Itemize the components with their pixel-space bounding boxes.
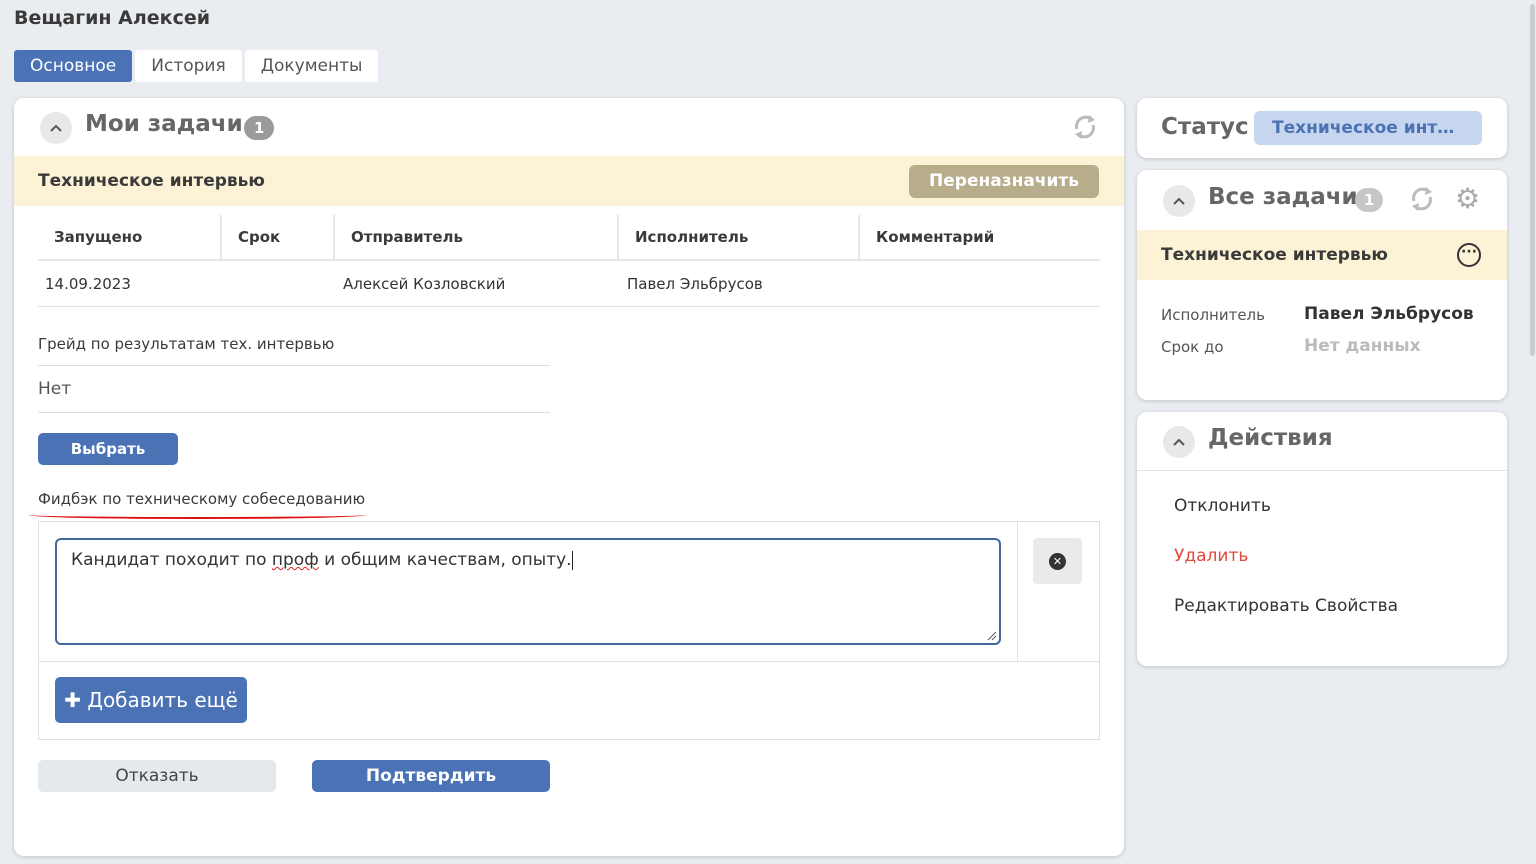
feedback-text-part: и общим качествам, опыту. bbox=[318, 550, 572, 570]
my-tasks-count-badge: 1 bbox=[244, 116, 275, 140]
remove-feedback-button[interactable]: ✕ bbox=[1033, 538, 1082, 584]
task-title: Техническое интервью bbox=[38, 171, 265, 191]
cell-sender: Алексей Козловский bbox=[343, 275, 506, 293]
my-tasks-card: Мои задачи 1 Техническое интервью Перена… bbox=[14, 98, 1124, 856]
assignee-value: Павел Эльбрусов bbox=[1304, 304, 1474, 324]
grade-value[interactable]: Нет bbox=[38, 365, 550, 413]
refresh-icon[interactable] bbox=[1071, 113, 1099, 145]
my-tasks-title: Мои задачи bbox=[85, 111, 243, 137]
table-row[interactable]: 14.09.2023 Алексей Козловский Павел Эльб… bbox=[38, 261, 1100, 307]
feedback-misspelled-word: проф bbox=[271, 550, 319, 570]
task-header-bar: Техническое интервью ··· bbox=[1137, 230, 1507, 280]
plus-icon: ✚ bbox=[64, 688, 81, 712]
task-header-bar: Техническое интервью Переназначить bbox=[14, 156, 1124, 206]
chevron-up-icon bbox=[1173, 438, 1185, 446]
table-header-row: Запущено Срок Отправитель Исполнитель Ко… bbox=[38, 215, 1100, 261]
status-label: Статус bbox=[1161, 114, 1249, 140]
status-badge[interactable]: Техническое интервью bbox=[1254, 111, 1482, 145]
all-tasks-title: Все задачи bbox=[1208, 184, 1358, 210]
task-title: Техническое интервью bbox=[1161, 245, 1388, 265]
feedback-label: Фидбэк по техническому собеседованию bbox=[38, 490, 366, 508]
collapse-actions-button[interactable] bbox=[1163, 426, 1195, 458]
divider bbox=[1137, 470, 1507, 471]
collapse-my-tasks-button[interactable] bbox=[40, 112, 72, 144]
close-circle-icon: ✕ bbox=[1049, 553, 1066, 570]
add-more-button[interactable]: ✚ Добавить ещё bbox=[55, 677, 247, 723]
tab-bar: Основное История Документы bbox=[14, 50, 379, 82]
action-reject[interactable]: Отклонить bbox=[1174, 496, 1271, 516]
reassign-button[interactable]: Переназначить bbox=[909, 165, 1099, 198]
refresh-icon[interactable] bbox=[1408, 185, 1436, 217]
due-label: Срок до bbox=[1161, 338, 1224, 356]
due-value: Нет данных bbox=[1304, 336, 1421, 356]
page-title: Вещагин Алексей bbox=[14, 7, 211, 29]
gear-icon[interactable]: ⚙ bbox=[1455, 185, 1480, 213]
cell-started: 14.09.2023 bbox=[45, 275, 131, 293]
column-header: Отправитель bbox=[335, 215, 619, 259]
feedback-text-part: Кандидат походит по bbox=[71, 550, 272, 570]
divider bbox=[39, 661, 1099, 662]
tab-documents[interactable]: Документы bbox=[244, 50, 379, 82]
all-tasks-count-badge: 1 bbox=[1355, 188, 1384, 212]
chevron-up-icon bbox=[50, 124, 62, 132]
action-edit-properties[interactable]: Редактировать Свойства bbox=[1174, 596, 1398, 616]
cell-assignee: Павел Эльбрусов bbox=[627, 275, 763, 293]
tab-history[interactable]: История bbox=[135, 50, 242, 82]
feedback-group: Кандидат походит по проф и общим качеств… bbox=[38, 521, 1100, 740]
confirm-button[interactable]: Подтвердить bbox=[312, 760, 550, 792]
text-caret bbox=[571, 550, 573, 570]
add-more-label: Добавить ещё bbox=[87, 688, 238, 712]
actions-title: Действия bbox=[1208, 425, 1333, 451]
collapse-all-tasks-button[interactable] bbox=[1163, 185, 1195, 217]
red-underline-annotation bbox=[28, 511, 366, 519]
choose-button[interactable]: Выбрать bbox=[38, 433, 178, 465]
column-header: Срок bbox=[222, 215, 335, 259]
decline-button[interactable]: Отказать bbox=[38, 760, 276, 792]
tab-main[interactable]: Основное bbox=[14, 50, 133, 82]
divider bbox=[1017, 522, 1018, 661]
task-table: Запущено Срок Отправитель Исполнитель Ко… bbox=[38, 215, 1100, 307]
feedback-textarea[interactable]: Кандидат походит по проф и общим качеств… bbox=[55, 538, 1001, 645]
chevron-up-icon bbox=[1173, 197, 1185, 205]
all-tasks-card: Все задачи 1 ⚙ Техническое интервью ··· … bbox=[1137, 170, 1507, 400]
grade-label: Грейд по результатам тех. интервью bbox=[38, 335, 335, 353]
actions-card: Действия Отклонить Удалить Редактировать… bbox=[1137, 412, 1507, 666]
more-options-icon[interactable]: ··· bbox=[1457, 243, 1481, 267]
action-delete[interactable]: Удалить bbox=[1174, 546, 1248, 566]
column-header: Запущено bbox=[38, 215, 222, 259]
resize-handle-icon[interactable] bbox=[987, 631, 997, 641]
page-scrollbar[interactable] bbox=[1528, 0, 1536, 864]
column-header: Исполнитель bbox=[619, 215, 860, 259]
assignee-label: Исполнитель bbox=[1161, 306, 1265, 324]
status-card: Статус Техническое интервью bbox=[1137, 98, 1507, 158]
scrollbar-thumb[interactable] bbox=[1530, 4, 1535, 356]
column-header: Комментарий bbox=[876, 228, 995, 246]
